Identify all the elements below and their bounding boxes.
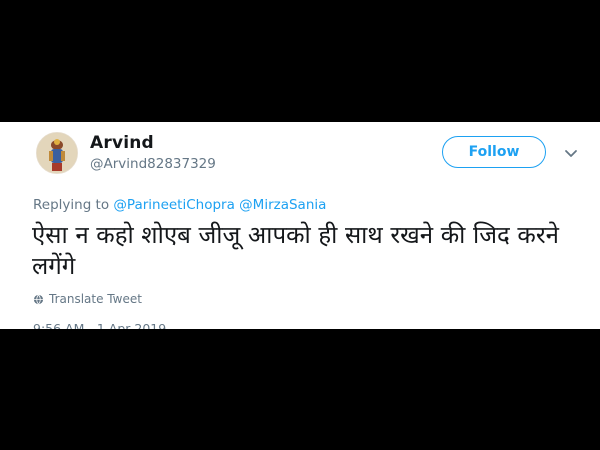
globe-icon: [33, 294, 44, 304]
avatar-image: [37, 133, 77, 173]
follow-button[interactable]: Follow: [442, 136, 546, 168]
tweet-text: ऐसा न कहो शोएब जीजू आपको ही साथ रखने की …: [32, 221, 559, 280]
timestamp[interactable]: 9:56 AM - 1 Apr 2019: [33, 321, 166, 329]
replying-to: Replying to @ParineetiChopra @MirzaSania: [33, 197, 326, 213]
screenshot-frame: Arvind @Arvind82837329 Follow Replying t…: [0, 0, 600, 450]
mention-link[interactable]: @ParineetiChopra: [113, 197, 234, 213]
translate-label: Translate Tweet: [49, 292, 142, 306]
tweet-card: Arvind @Arvind82837329 Follow Replying t…: [0, 122, 600, 329]
translate-tweet-link[interactable]: Translate Tweet: [33, 292, 142, 306]
replying-to-label: Replying to: [33, 197, 110, 213]
user-handle[interactable]: @Arvind82837329: [90, 156, 216, 172]
chevron-down-icon[interactable]: [563, 145, 579, 161]
mention-link[interactable]: @MirzaSania: [239, 197, 326, 213]
display-name[interactable]: Arvind: [90, 133, 154, 153]
avatar[interactable]: [36, 132, 78, 174]
